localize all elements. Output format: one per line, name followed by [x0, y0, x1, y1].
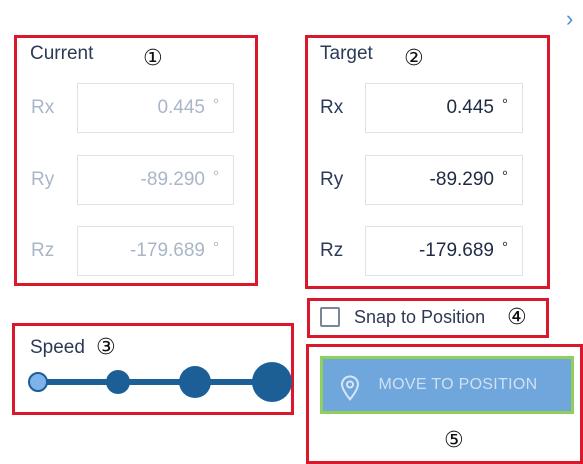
current-rx-unit: ° [213, 95, 219, 113]
location-pin-icon [340, 375, 360, 401]
current-ry-field: -89.290 ° [77, 155, 234, 205]
target-marker: ② [404, 46, 424, 71]
snap-marker: ④ [507, 305, 527, 330]
current-rz-value: -179.689 [129, 240, 205, 261]
target-ry-unit: ° [502, 167, 508, 185]
target-ry-label: Ry [320, 169, 344, 190]
move-marker: ⑤ [444, 428, 464, 453]
target-rz-input[interactable]: -179.689 ° [365, 226, 523, 276]
speed-level-4[interactable] [252, 362, 292, 402]
current-rx-label: Rx [31, 97, 55, 118]
target-rx-input[interactable]: 0.445 ° [365, 83, 523, 133]
current-rx-value: 0.445 [157, 97, 205, 118]
target-rz-value: -179.689 [418, 240, 494, 261]
current-title: Current [30, 43, 94, 64]
current-rz-label: Rz [31, 240, 55, 261]
snap-checkbox[interactable] [320, 307, 340, 327]
current-ry-value: -89.290 [140, 169, 205, 190]
target-rx-unit: ° [502, 95, 508, 113]
move-to-position-label: MOVE TO POSITION [378, 376, 538, 393]
speed-level-2[interactable] [106, 370, 130, 394]
target-rz-unit: ° [502, 238, 508, 256]
target-title: Target [320, 43, 373, 64]
current-rz-unit: ° [213, 238, 219, 256]
current-ry-unit: ° [213, 167, 219, 185]
target-rx-label: Rx [320, 97, 344, 118]
move-to-position-button[interactable]: MOVE TO POSITION [320, 356, 574, 414]
snap-label[interactable]: Snap to Position [354, 307, 485, 328]
target-ry-value: -89.290 [429, 169, 494, 190]
speed-label: Speed [30, 337, 85, 358]
target-rx-value: 0.445 [446, 97, 494, 118]
speed-level-1[interactable] [28, 372, 48, 392]
speed-track[interactable] [38, 379, 272, 385]
current-rx-field: 0.445 ° [77, 83, 234, 133]
speed-marker: ③ [96, 335, 116, 360]
target-ry-input[interactable]: -89.290 ° [365, 155, 523, 205]
speed-level-3[interactable] [179, 366, 211, 398]
chevron-right-icon[interactable]: › [566, 6, 573, 32]
current-marker: ① [143, 46, 163, 71]
target-rz-label: Rz [320, 240, 344, 261]
current-ry-label: Ry [31, 169, 55, 190]
current-rz-field: -179.689 ° [77, 226, 234, 276]
